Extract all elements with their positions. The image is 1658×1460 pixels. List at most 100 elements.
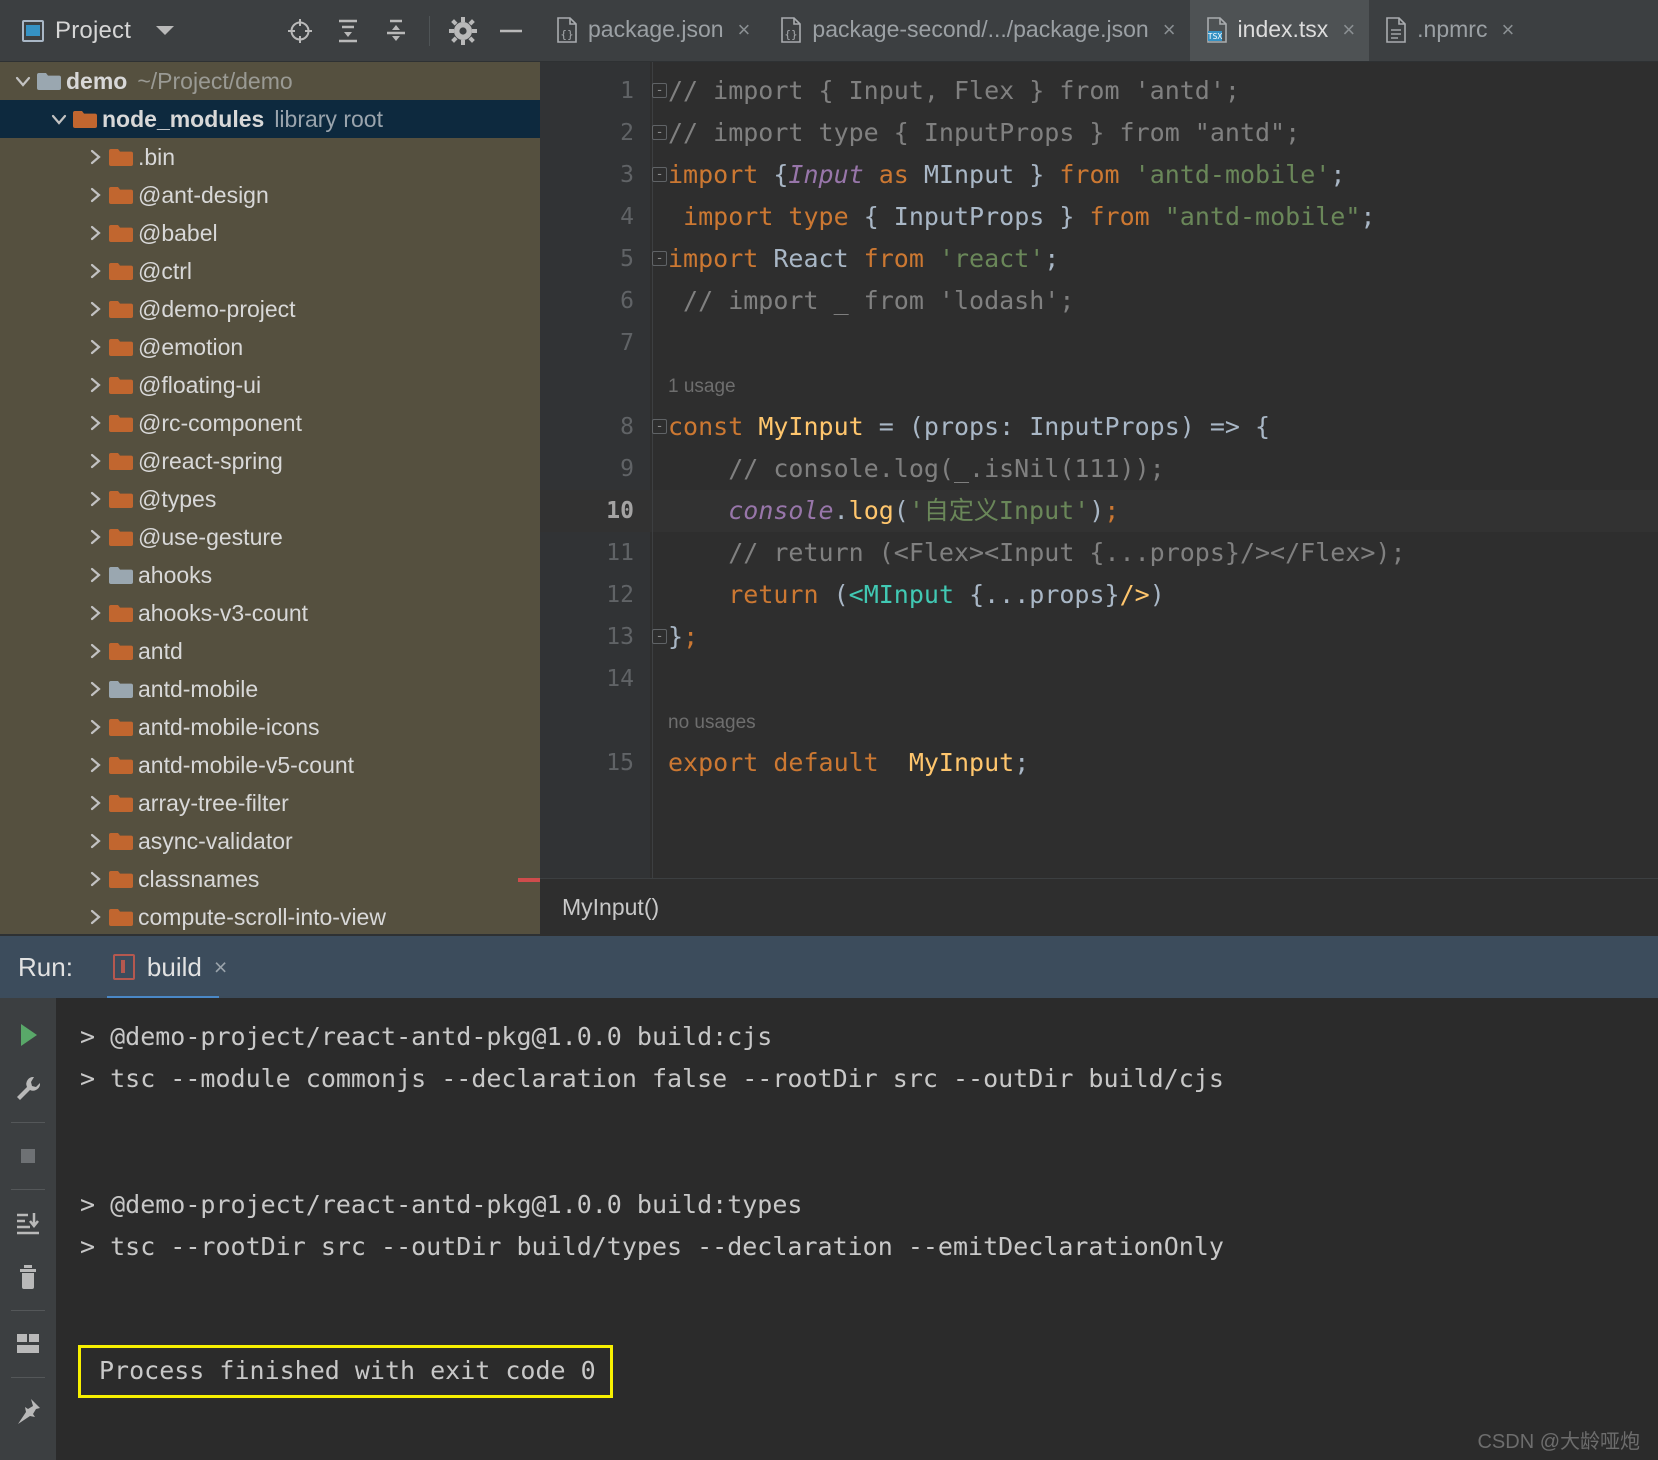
- code-line[interactable]: [650, 322, 1658, 364]
- chevron-down-icon[interactable]: [46, 109, 72, 129]
- chevron-right-icon[interactable]: [82, 337, 108, 357]
- editor-tab-package-second-package-json[interactable]: {} package-second/.../package.json ×: [764, 0, 1189, 61]
- code-line[interactable]: console.log('自定义Input');: [650, 490, 1658, 532]
- code-vision-hint[interactable]: 1 usage: [650, 364, 1658, 406]
- chevron-right-icon[interactable]: [82, 451, 108, 471]
- chevron-right-icon[interactable]: [82, 299, 108, 319]
- tree-item-antd-mobile[interactable]: antd-mobile: [0, 670, 540, 708]
- tree-item-bin[interactable]: .bin: [0, 138, 540, 176]
- tree-item-babel[interactable]: @babel: [0, 214, 540, 252]
- close-icon[interactable]: ×: [738, 17, 751, 43]
- chevron-right-icon[interactable]: [82, 223, 108, 243]
- tree-item-async-validator[interactable]: async-validator: [0, 822, 540, 860]
- line-number-gutter[interactable]: 1234567 8 9 10 11 12 13 14 15: [540, 62, 650, 878]
- tree-item-antd-mobile-icons[interactable]: antd-mobile-icons: [0, 708, 540, 746]
- code-line[interactable]: return (<MInput {...props}/>): [650, 574, 1658, 616]
- code-line[interactable]: // import type { InputProps } from "antd…: [650, 112, 1658, 154]
- pin-tab-icon[interactable]: [6, 1384, 50, 1438]
- code-fold-icon[interactable]: -: [652, 125, 667, 140]
- chevron-right-icon[interactable]: [82, 869, 108, 889]
- code-fold-icon[interactable]: -: [652, 83, 667, 98]
- code-vision-hint[interactable]: no usages: [650, 700, 1658, 742]
- tree-item-react-spring[interactable]: @react-spring: [0, 442, 540, 480]
- tree-item-types[interactable]: @types: [0, 480, 540, 518]
- expand-all-icon[interactable]: [333, 16, 363, 46]
- editor-tab-package-json[interactable]: {} package.json ×: [540, 0, 764, 61]
- collapse-all-icon[interactable]: [381, 16, 411, 46]
- clear-all-icon[interactable]: [6, 1250, 50, 1304]
- tree-item-ahooks-v3-count[interactable]: ahooks-v3-count: [0, 594, 540, 632]
- code-line[interactable]: // import _ from 'lodash';: [650, 280, 1658, 322]
- chevron-right-icon[interactable]: [82, 717, 108, 737]
- breadcrumb[interactable]: MyInput(): [540, 878, 1658, 936]
- chevron-down-icon[interactable]: [156, 26, 175, 35]
- chevron-right-icon[interactable]: [82, 413, 108, 433]
- code-line[interactable]: import type { InputProps } from "antd-mo…: [650, 196, 1658, 238]
- code-line[interactable]: export default MyInput;: [650, 742, 1658, 784]
- tree-item-floating-ui[interactable]: @floating-ui: [0, 366, 540, 404]
- tree-item-emotion[interactable]: @emotion: [0, 328, 540, 366]
- tree-item-sublabel: ~/Project/demo: [137, 67, 293, 94]
- editor-tab-index-tsx[interactable]: TSX index.tsx ×: [1189, 0, 1370, 61]
- code-line[interactable]: const MyInput = (props: InputProps) => {: [650, 406, 1658, 448]
- code-line[interactable]: [650, 658, 1658, 700]
- code-fold-icon[interactable]: -: [652, 251, 667, 266]
- code-content[interactable]: // import { Input, Flex } from 'antd'; //…: [650, 62, 1658, 878]
- code-line[interactable]: // console.log(_.isNil(111));: [650, 448, 1658, 490]
- tree-item-ctrl[interactable]: @ctrl: [0, 252, 540, 290]
- project-tree[interactable]: demo ~/Project/demo node_modules library ro…: [0, 62, 540, 936]
- close-icon[interactable]: ×: [1163, 17, 1176, 43]
- hide-panel-icon[interactable]: [496, 16, 526, 46]
- layout-settings-icon[interactable]: [6, 1317, 50, 1371]
- rerun-run-icon[interactable]: [6, 1008, 50, 1062]
- tree-item-compute-scroll-into-view[interactable]: compute-scroll-into-view: [0, 898, 540, 936]
- code-line[interactable]: import React from 'react';: [650, 238, 1658, 280]
- run-tab-build[interactable]: build ×: [106, 936, 233, 1002]
- tree-item-rc-component[interactable]: @rc-component: [0, 404, 540, 442]
- tree-item-node-modules[interactable]: node_modules library root: [0, 100, 540, 138]
- code-line[interactable]: };: [650, 616, 1658, 658]
- project-title-group[interactable]: Project: [0, 17, 175, 45]
- chevron-right-icon[interactable]: [82, 755, 108, 775]
- tree-item-demo-project[interactable]: @demo-project: [0, 290, 540, 328]
- chevron-right-icon[interactable]: [82, 185, 108, 205]
- code-fold-icon[interactable]: -: [652, 167, 667, 182]
- code-fold-icon[interactable]: -: [652, 629, 667, 644]
- chevron-right-icon[interactable]: [82, 679, 108, 699]
- tree-item-ahooks[interactable]: ahooks: [0, 556, 540, 594]
- close-icon[interactable]: ×: [1501, 17, 1514, 43]
- run-console-output[interactable]: > @demo-project/react-antd-pkg@1.0.0 bui…: [56, 998, 1658, 1460]
- chevron-right-icon[interactable]: [82, 603, 108, 623]
- tree-item-antd-mobile-v5-count[interactable]: antd-mobile-v5-count: [0, 746, 540, 784]
- code-token: // import _ from 'lodash';: [668, 286, 1075, 315]
- tree-item-use-gesture[interactable]: @use-gesture: [0, 518, 540, 556]
- chevron-right-icon[interactable]: [82, 261, 108, 281]
- chevron-right-icon[interactable]: [82, 907, 108, 927]
- code-fold-icon[interactable]: -: [652, 419, 667, 434]
- chevron-down-icon[interactable]: [10, 71, 36, 91]
- tree-item-antd[interactable]: antd: [0, 632, 540, 670]
- code-line[interactable]: import {Input as MInput } from 'antd-mob…: [650, 154, 1658, 196]
- editor-tab-npmrc[interactable]: .npmrc ×: [1369, 0, 1528, 61]
- close-icon[interactable]: ×: [214, 954, 227, 981]
- code-line[interactable]: // import { Input, Flex } from 'antd';: [650, 70, 1658, 112]
- chevron-right-icon[interactable]: [82, 831, 108, 851]
- chevron-right-icon[interactable]: [82, 375, 108, 395]
- chevron-right-icon[interactable]: [82, 489, 108, 509]
- locate-icon[interactable]: [285, 16, 315, 46]
- chevron-right-icon[interactable]: [82, 565, 108, 585]
- chevron-right-icon[interactable]: [82, 641, 108, 661]
- code-line[interactable]: // return (<Flex><Input {...props}/></Fl…: [650, 532, 1658, 574]
- stop-process-icon[interactable]: [6, 1129, 50, 1183]
- chevron-right-icon[interactable]: [82, 147, 108, 167]
- scroll-to-end-icon[interactable]: [6, 1196, 50, 1250]
- close-icon[interactable]: ×: [1342, 17, 1355, 43]
- tree-item-demo[interactable]: demo ~/Project/demo: [0, 62, 540, 100]
- tree-item-ant-design[interactable]: @ant-design: [0, 176, 540, 214]
- chevron-right-icon[interactable]: [82, 527, 108, 547]
- tree-item-classnames[interactable]: classnames: [0, 860, 540, 898]
- chevron-right-icon[interactable]: [82, 793, 108, 813]
- tree-item-array-tree-filter[interactable]: array-tree-filter: [0, 784, 540, 822]
- rerun-settings-wrench-icon[interactable]: [6, 1062, 50, 1116]
- settings-gear-icon[interactable]: [448, 16, 478, 46]
